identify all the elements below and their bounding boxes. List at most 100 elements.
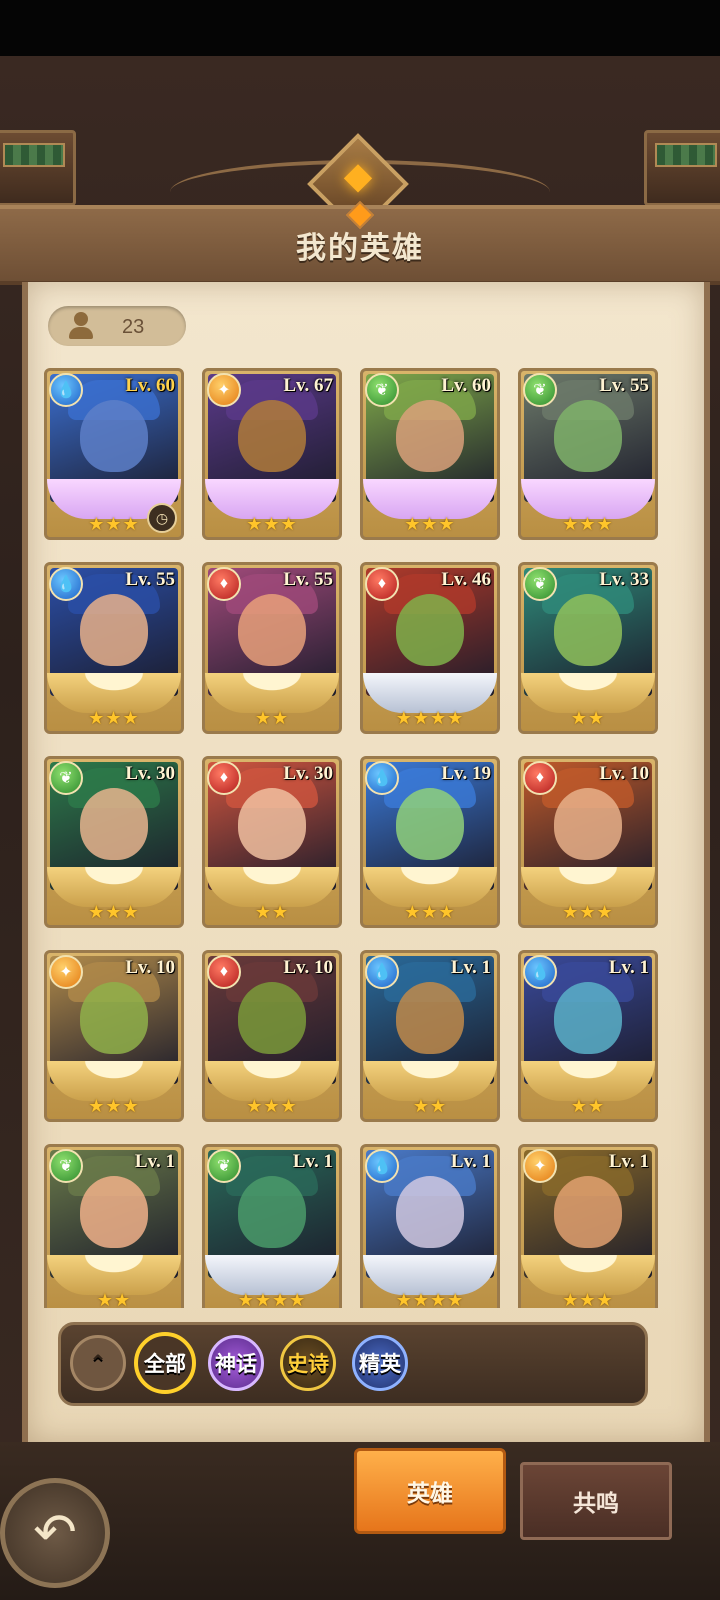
frame-wing-ornament: [521, 867, 655, 907]
person-icon: [66, 310, 96, 340]
frame-wing-ornament: [521, 479, 655, 519]
hero-card[interactable]: ✦ Lv. 1 ★★★: [518, 1144, 658, 1308]
frame-wing-ornament: [363, 479, 497, 519]
hero-stars: ★★★: [562, 1290, 614, 1308]
frame-wing-ornament: [363, 1061, 497, 1101]
hero-card[interactable]: ❦ Lv. 55 ★★★: [518, 368, 658, 540]
droplet-icon: 💧: [523, 955, 557, 989]
flame-gem-icon: ♦: [523, 761, 557, 795]
sun-gem-icon: ✦: [523, 1149, 557, 1183]
hero-card[interactable]: ♦ Lv. 55 ★★: [202, 562, 342, 734]
hero-card[interactable]: 💧 Lv. 19 ★★★: [360, 756, 500, 928]
tab-resonance[interactable]: 共鸣: [520, 1462, 672, 1540]
hero-card[interactable]: 💧 Lv. 55 ★★★: [44, 562, 184, 734]
droplet-icon: 💧: [49, 373, 83, 407]
filter-epic-button[interactable]: 史诗: [280, 1335, 336, 1391]
hero-face: [238, 982, 306, 1054]
frame-wing-ornament: [47, 1255, 181, 1295]
hero-card[interactable]: ♦ Lv. 46 ★★★★: [360, 562, 500, 734]
hero-card[interactable]: 💧 Lv. 60 ★★★ ◷: [44, 368, 184, 540]
hero-stars: ★★★: [562, 514, 614, 534]
frame-wing-ornament: [363, 1255, 497, 1295]
hero-card[interactable]: ♦ Lv. 10 ★★★: [518, 756, 658, 928]
hero-stars: ★★: [96, 1290, 132, 1308]
double-chevron-up-icon: ⌃: [89, 1351, 107, 1375]
flame-gem-icon: ♦: [207, 761, 241, 795]
frame-wing-ornament: [205, 479, 339, 519]
leaf-icon: ❦: [49, 761, 83, 795]
hero-face: [396, 1176, 464, 1248]
hero-card[interactable]: ❦ Lv. 1 ★★: [44, 1144, 184, 1308]
hero-card[interactable]: ♦ Lv. 30 ★★: [202, 756, 342, 928]
hero-level: Lv. 55: [283, 569, 333, 590]
leaf-icon: ❦: [49, 1149, 83, 1183]
hero-stars: ★★★: [246, 514, 298, 534]
hero-card[interactable]: ♦ Lv. 10 ★★★: [202, 950, 342, 1122]
hero-face: [80, 1176, 148, 1248]
hero-face: [238, 1176, 306, 1248]
hero-face: [80, 788, 148, 860]
clock-icon: ◷: [147, 503, 177, 533]
hero-face: [554, 400, 622, 472]
hero-level: Lv. 1: [608, 1151, 649, 1172]
hero-level: Lv. 67: [283, 375, 333, 396]
hero-card[interactable]: 💧 Lv. 1 ★★★★: [360, 1144, 500, 1308]
hero-face: [396, 788, 464, 860]
back-arrow-icon: ↶: [33, 1504, 77, 1562]
right-ornament: [644, 130, 720, 206]
hero-card[interactable]: 💧 Lv. 1 ★★: [518, 950, 658, 1122]
hero-stars: ★★: [570, 708, 606, 728]
hero-level: Lv. 1: [450, 957, 491, 978]
hero-face: [554, 788, 622, 860]
hero-level: Lv. 10: [283, 957, 333, 978]
flame-gem-icon: ♦: [365, 567, 399, 601]
hero-stars: ★★★: [404, 902, 456, 922]
hero-stars: ★★★: [88, 708, 140, 728]
flame-gem-icon: ♦: [207, 567, 241, 601]
hero-level: Lv. 19: [441, 763, 491, 784]
hero-stars: ★★: [570, 1096, 606, 1116]
hero-stars: ★★★: [246, 1096, 298, 1116]
hero-level: Lv. 1: [450, 1151, 491, 1172]
hero-grid: 💧 Lv. 60 ★★★ ◷ ✦ Lv. 67 ★★★ ❦ Lv. 60 ★★★ ❦ Lv. 55 ★★…: [44, 368, 666, 1308]
hero-card[interactable]: 💧 Lv. 1 ★★: [360, 950, 500, 1122]
hero-face: [396, 400, 464, 472]
hero-card[interactable]: ❦ Lv. 1 ★★★★: [202, 1144, 342, 1308]
droplet-icon: 💧: [365, 955, 399, 989]
hero-card[interactable]: ✦ Lv. 10 ★★★: [44, 950, 184, 1122]
back-button[interactable]: ↶: [0, 1478, 110, 1588]
hero-count: 23: [122, 316, 145, 338]
droplet-icon: 💧: [365, 1149, 399, 1183]
hero-card[interactable]: ❦ Lv. 60 ★★★: [360, 368, 500, 540]
hero-card[interactable]: ✦ Lv. 67 ★★★: [202, 368, 342, 540]
hero-level: Lv. 1: [292, 1151, 333, 1172]
tab-heroes[interactable]: 英雄: [354, 1448, 506, 1534]
filter-elite-button[interactable]: 精英: [352, 1335, 408, 1391]
hero-level: Lv. 10: [599, 763, 649, 784]
leaf-icon: ❦: [523, 567, 557, 601]
filter-all-button[interactable]: 全部: [134, 1332, 196, 1394]
leaf-icon: ❦: [365, 373, 399, 407]
frame-wing-ornament: [363, 673, 497, 713]
frame-wing-ornament: [205, 673, 339, 713]
hero-face: [80, 982, 148, 1054]
hero-stars: ★★: [412, 1096, 448, 1116]
frame-wing-ornament: [47, 673, 181, 713]
hero-face: [554, 1176, 622, 1248]
frame-wing-ornament: [47, 1061, 181, 1101]
hero-stars: ★★★★: [237, 1290, 307, 1308]
hero-face: [396, 594, 464, 666]
filter-myth-button[interactable]: 神话: [208, 1335, 264, 1391]
frame-wing-ornament: [205, 1061, 339, 1101]
hero-face: [238, 400, 306, 472]
hero-stars: ★★: [254, 902, 290, 922]
droplet-icon: 💧: [365, 761, 399, 795]
hero-stars: ★★★: [404, 514, 456, 534]
frame-wing-ornament: [521, 673, 655, 713]
hero-card[interactable]: ❦ Lv. 33 ★★: [518, 562, 658, 734]
hero-level: Lv. 1: [134, 1151, 175, 1172]
hero-face: [554, 594, 622, 666]
hero-card[interactable]: ❦ Lv. 30 ★★★: [44, 756, 184, 928]
collapse-filter-button[interactable]: ⌃: [70, 1335, 126, 1391]
hero-level: Lv. 30: [125, 763, 175, 784]
